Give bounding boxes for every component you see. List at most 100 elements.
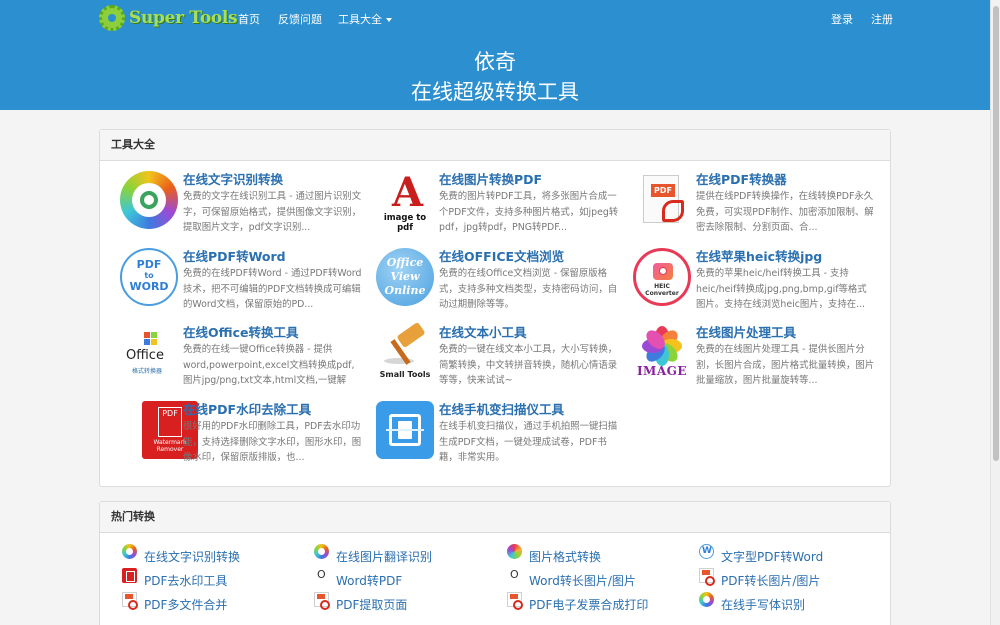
ocr-icon: [122, 544, 137, 559]
scrollbar-thumb[interactable]: [993, 6, 999, 461]
icon-label: image to pdf: [383, 213, 427, 233]
logo-text: Super Tools: [129, 8, 238, 28]
tool-card-scanner[interactable]: 在线手机变扫描仪工具 在线手机变扫描仪，通过手机拍照一键扫描生成PDF文档，一键…: [376, 401, 626, 471]
scan-line-shape: [386, 429, 424, 431]
caret-down-icon: [386, 18, 392, 22]
hot-link-handwriting[interactable]: 在线手写体识别: [721, 596, 805, 613]
image-flower-icon: IMAGE: [633, 324, 691, 382]
pdf-document-icon: [314, 592, 330, 610]
icon-label: to: [144, 271, 154, 280]
hot-link-ocr[interactable]: 在线文字识别转换: [144, 548, 240, 565]
tool-desc: 免费的在线PDF转Word - 通过PDF转Word技术，把不可编辑的PDF文档…: [183, 268, 362, 310]
gear-logo-icon: [99, 5, 125, 31]
image-to-pdf-icon: A image to pdf: [376, 169, 434, 234]
scanner-icon: [376, 401, 434, 459]
tool-card-office-view[interactable]: Office View Online 在线OFFICE文档浏览 免费的在线Off…: [376, 248, 626, 318]
ocr-icon: [699, 592, 714, 607]
hot-link-pdf-merge[interactable]: PDF多文件合并: [144, 596, 227, 613]
tools-panel: 工具大全 在线文字识别转换 免费的文字在线识别工具 - 通过图片识别文字，可保留…: [99, 129, 891, 487]
icon-label: HEIC: [654, 283, 670, 290]
nav-home-link[interactable]: 首页: [238, 11, 260, 27]
nav-login-link[interactable]: 登录: [831, 11, 853, 27]
hot-link-image-translate[interactable]: 在线图片翻译识别: [336, 548, 432, 565]
tool-card-watermark[interactable]: PDF Watermark Remover 在线PDF水印去除工具 很好用的PD…: [120, 401, 370, 471]
hot-panel: 热门转换 在线文字识别转换 在线图片翻译识别 图片格式转换 文字型PDF转Wor…: [99, 501, 891, 625]
tool-desc: 免费的在线Office文档浏览 - 保留原版格式，支持多种文档类型，支持密码访问…: [439, 268, 618, 310]
hero-title: 在线超级转换工具: [411, 80, 579, 104]
pdf-document-icon: [699, 568, 715, 586]
nav-tools-dropdown[interactable]: 工具大全: [338, 11, 392, 27]
tool-desc: 免费的在线图片处理工具 - 提供长图片分割，长图片合成，图片格式批量转换，图片批…: [696, 344, 875, 386]
hot-link-text-pdf-word[interactable]: 文字型PDF转Word: [721, 548, 823, 565]
office-logo-icon: [507, 568, 522, 583]
page-scrollbar[interactable]: [990, 0, 1000, 625]
hot-link-word-image[interactable]: Word转长图片/图片: [529, 572, 636, 589]
hot-link-word-pdf[interactable]: Word转PDF: [336, 572, 402, 589]
tool-title[interactable]: 在线OFFICE文档浏览: [439, 246, 564, 265]
ocr-icon: [120, 171, 178, 229]
icon-label: Office: [386, 256, 424, 269]
tool-desc: 很好用的PDF水印删除工具，PDF去水印功能，支持选择删除文字水印，图形水印，图…: [183, 421, 362, 463]
watermark-remover-icon: [122, 568, 137, 583]
tool-card-image-to-pdf[interactable]: A image to pdf 在线图片转换PDF 免费的图片转PDF工具，将多张…: [376, 171, 626, 241]
tool-title[interactable]: 在线PDF转Word: [183, 246, 286, 265]
tool-desc: 免费的文字在线识别工具 - 通过图片识别文字，可保留原始格式，提供图像文字识别，…: [183, 191, 362, 233]
office-view-online-icon: Office View Online: [376, 248, 434, 306]
acrobat-swirl-shape: [662, 200, 684, 222]
hot-link-pdf-invoice[interactable]: PDF电子发票合成打印: [529, 596, 648, 613]
hot-panel-title: 热门转换: [100, 502, 890, 533]
icon-label: IMAGE: [636, 364, 688, 378]
tool-title[interactable]: 在线苹果heic转换jpg: [696, 246, 822, 265]
icon-label: PDF: [136, 258, 162, 271]
tool-card-text-tools[interactable]: Small Tools 在线文本小工具 免费的一键在线文本小工具，大小写转换，简…: [376, 321, 626, 394]
tools-panel-title: 工具大全: [100, 130, 890, 161]
tool-card-ocr[interactable]: 在线文字识别转换 免费的文字在线识别工具 - 通过图片识别文字，可保留原始格式，…: [120, 171, 370, 241]
pdf-to-word-icon: [699, 544, 714, 559]
tool-card-pdf-converter[interactable]: PDF 在线PDF转换器 提供在线PDF转换操作，在线转换PDF永久免费，可实现…: [633, 171, 883, 241]
tool-desc: 在线手机变扫描仪，通过手机拍照一键扫描生成PDF文档，一键处理成试卷，PDF书籍…: [439, 421, 618, 463]
tile-green: [151, 332, 157, 338]
nav-register-link[interactable]: 注册: [871, 11, 893, 27]
pdf-to-word-icon: PDF to WORD: [120, 248, 178, 306]
nav-tools-label: 工具大全: [338, 13, 382, 26]
tool-title[interactable]: 在线PDF水印去除工具: [183, 399, 311, 418]
icon-label: Office: [126, 348, 164, 363]
icon-label: View: [390, 270, 420, 283]
tool-card-image-process[interactable]: IMAGE 在线图片处理工具 免费的在线图片处理工具 - 提供长图片分割，长图片…: [633, 324, 883, 394]
site-logo[interactable]: Super Tools: [99, 5, 238, 31]
tool-card-pdf-to-word[interactable]: PDF to WORD 在线PDF转Word 免费的在线PDF转Word - 通…: [120, 248, 370, 318]
icon-label: 格式转换器: [132, 368, 163, 375]
tool-title[interactable]: 在线手机变扫描仪工具: [439, 399, 564, 418]
top-navbar: Super Tools 首页 反馈问题 工具大全 登录 注册: [0, 0, 990, 36]
acrobat-a-glyph: A: [392, 169, 424, 216]
hot-link-pdf-image[interactable]: PDF转长图片/图片: [721, 572, 820, 589]
pdf-tag: PDF: [651, 184, 675, 197]
tile-blue: [144, 339, 150, 345]
pdf-document-icon: [507, 592, 523, 610]
pdf-page-shape: PDF: [643, 175, 684, 223]
icon-label: Small Tools: [379, 370, 431, 379]
tool-title[interactable]: 在线Office转换工具: [183, 322, 298, 341]
tool-title[interactable]: 在线图片转换PDF: [439, 169, 542, 188]
ocr-icon: [314, 544, 329, 559]
icon-label: Online: [384, 284, 426, 297]
tool-title[interactable]: 在线图片处理工具: [696, 322, 796, 341]
tool-card-heic[interactable]: HEIC Converter 在线苹果heic转换jpg 免费的苹果heic/h…: [633, 248, 883, 318]
hot-link-pdf-extract[interactable]: PDF提取页面: [336, 596, 407, 613]
hero-brand: 依奇: [474, 50, 516, 74]
office-logo-icon: [314, 568, 329, 583]
tool-desc: 免费的图片转PDF工具，将多张图片合成一个PDF文件，支持多种图片格式，如jpe…: [439, 191, 619, 233]
hot-link-pdf-watermark[interactable]: PDF去水印工具: [144, 572, 227, 589]
nav-feedback-link[interactable]: 反馈问题: [278, 11, 322, 27]
tool-title[interactable]: 在线文字识别转换: [183, 169, 283, 188]
tile-red: [144, 332, 150, 338]
tool-title[interactable]: 在线PDF转换器: [696, 169, 787, 188]
hammer-head-shape: [396, 321, 426, 349]
tool-desc: 免费的在线一键Office转换器 - 提供word,powerpoint,exc…: [183, 344, 355, 386]
tool-desc: 免费的苹果heic/heif转换工具 - 支持heic/heif转换成jpg,p…: [696, 268, 867, 310]
camera-icon: [653, 263, 673, 280]
office-logo-icon: Office 格式转换器: [120, 324, 178, 382]
tool-title[interactable]: 在线文本小工具: [439, 322, 527, 341]
tool-card-office-convert[interactable]: Office 格式转换器 在线Office转换工具 免费的在线一键Office转…: [120, 324, 370, 394]
hot-link-image-format[interactable]: 图片格式转换: [529, 548, 601, 565]
